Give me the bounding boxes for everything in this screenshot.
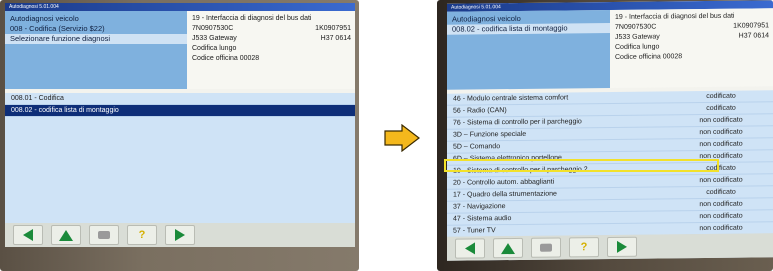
- right-diagnostic-screen: Autodiagnosi 5.01.004 Autodiagnosi veico…: [447, 0, 773, 261]
- list-item[interactable]: 008.02 - codifica lista di montaggio: [5, 105, 355, 117]
- help-icon: ?: [580, 240, 588, 253]
- left-titlebar: Autodiagnosi 5.01.004: [5, 3, 355, 11]
- module-line: Codice officina 00028: [192, 55, 260, 62]
- left-header-line: Autodiagnosi veicolo: [10, 14, 79, 23]
- coding-status: codificato: [706, 104, 736, 112]
- coding-status: codificato: [706, 188, 736, 196]
- coding-status: non codificato: [699, 200, 743, 209]
- help-button[interactable]: ?: [569, 237, 599, 258]
- left-header: Autodiagnosi veicolo 008 - Codifica (Ser…: [5, 11, 355, 89]
- coding-status: non codificato: [699, 128, 743, 137]
- forward-button[interactable]: [607, 236, 637, 258]
- left-header-line: 008 - Codifica (Servizio $22): [10, 24, 105, 33]
- module-name: 5D – Comando: [453, 143, 501, 151]
- left-selected-function[interactable]: Selezionare funzione diagnosi: [5, 34, 187, 44]
- arrow-right-icon: [617, 240, 627, 253]
- highlight-frame: [444, 159, 719, 172]
- module-name: 57 - Tuner TV: [453, 227, 496, 235]
- left-screen-photo: Autodiagnosi 5.01.004 Autodiagnosi veico…: [0, 0, 359, 271]
- up-button[interactable]: [51, 225, 81, 245]
- coding-status: non codificato: [699, 176, 743, 185]
- module-name: 17 - Quadro della strumentazione: [453, 190, 557, 199]
- coding-status: codificato: [706, 92, 736, 100]
- right-header-info: Autodiagnosi veicolo 008.02 - codifica l…: [447, 10, 610, 90]
- module-name: 47 - Sistema audio: [453, 215, 512, 223]
- coding-status: non codificato: [699, 212, 743, 221]
- module-line: Codice officina 00028: [615, 53, 683, 61]
- list-item[interactable]: 008.01 - Codifica: [5, 93, 355, 105]
- back-button[interactable]: [455, 238, 485, 259]
- right-header: Autodiagnosi veicolo 008.02 - codifica l…: [447, 8, 773, 90]
- printer-icon: [540, 243, 552, 252]
- module-name: 46 - Modulo centrale sistema comfort: [453, 94, 569, 103]
- module-line: 7N0907530C 1K0907951: [192, 25, 351, 32]
- printer-icon: [98, 231, 110, 239]
- arrow-up-icon: [59, 229, 73, 241]
- right-module-info: 19 - Interfaccia di diagnosi del bus dat…: [610, 8, 773, 88]
- back-button[interactable]: [13, 225, 43, 245]
- arrow-left-icon: [23, 229, 33, 241]
- module-name: 76 - Sistema di controllo per il parcheg…: [453, 118, 582, 127]
- left-header-info: Autodiagnosi veicolo 008 - Codifica (Ser…: [5, 11, 187, 89]
- print-button[interactable]: [89, 225, 119, 245]
- help-icon: ?: [138, 228, 146, 241]
- coding-status: non codificato: [699, 140, 743, 149]
- arrow-right-icon: [384, 124, 420, 152]
- left-function-list: 008.01 - Codifica 008.02 - codifica list…: [5, 93, 355, 223]
- left-module-info: 19 - Interfaccia di diagnosi del bus dat…: [187, 11, 355, 89]
- arrow-left-icon: [465, 242, 475, 255]
- module-name: 37 - Navigazione: [453, 203, 506, 211]
- coding-status: non codificato: [699, 116, 743, 125]
- right-toolbar: ?: [447, 233, 773, 261]
- left-diagnostic-screen: Autodiagnosi 5.01.004 Autodiagnosi veico…: [5, 3, 355, 247]
- right-selected-function[interactable]: 008.02 - codifica lista di montaggio: [447, 23, 610, 35]
- module-line: Codifica lungo: [192, 45, 237, 52]
- left-toolbar: ?: [5, 223, 355, 247]
- module-name: 20 - Controllo autom. abbaglianti: [453, 178, 555, 187]
- arrow-right-icon: [175, 229, 185, 241]
- print-button[interactable]: [531, 237, 561, 258]
- module-name: 56 - Radio (CAN): [453, 107, 507, 115]
- module-line: J533 Gateway H37 0614: [192, 35, 351, 42]
- forward-button[interactable]: [165, 225, 195, 245]
- help-button[interactable]: ?: [127, 225, 157, 245]
- module-name: 3D – Funzione speciale: [453, 130, 527, 139]
- module-line: 19 - Interfaccia di diagnosi del bus dat…: [192, 15, 312, 22]
- arrow-up-icon: [501, 242, 515, 254]
- right-screen-photo: Autodiagnosi 5.01.004 Autodiagnosi veico…: [437, 0, 773, 271]
- up-button[interactable]: [493, 237, 523, 259]
